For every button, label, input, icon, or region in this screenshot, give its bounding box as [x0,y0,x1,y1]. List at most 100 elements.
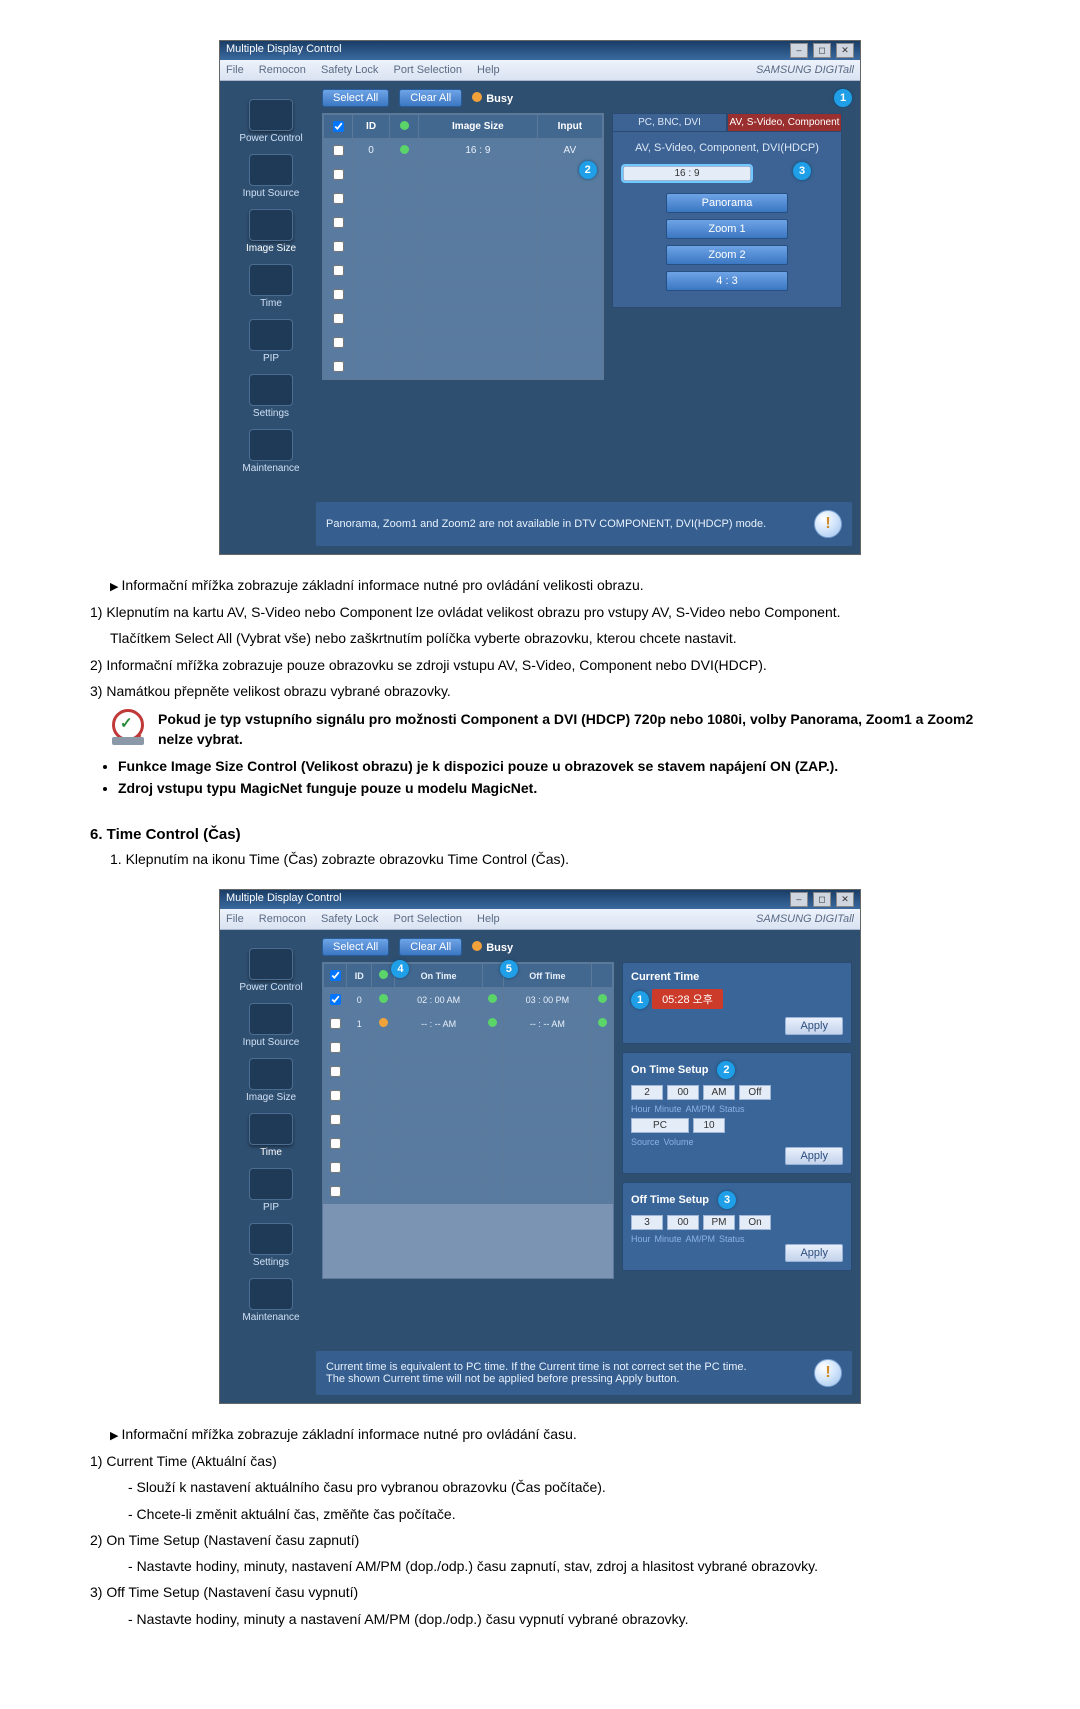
option-panorama[interactable]: Panorama [666,193,788,213]
header-checkbox[interactable] [330,970,341,981]
footer-text: Panorama, Zoom1 and Zoom2 are not availa… [326,518,766,530]
tab-av-svideo-component[interactable]: AV, S-Video, Component [727,113,842,132]
label-hour: Hour [631,1104,651,1114]
row-checkbox[interactable] [330,1162,341,1173]
clear-all-button[interactable]: Clear All [399,938,462,956]
row-checkbox[interactable] [330,994,341,1005]
row-checkbox[interactable] [333,337,344,348]
row-checkbox[interactable] [330,1186,341,1197]
sidebar-item-power[interactable]: Power Control [230,99,312,144]
sidebar-item-maintenance[interactable]: Maintenance [230,1278,312,1323]
row-checkbox[interactable] [330,1138,341,1149]
row-checkbox[interactable] [333,241,344,252]
sidebar-item-input-source[interactable]: Input Source [230,154,312,199]
off-time-header: Off Time Setup 3 [631,1191,843,1209]
select-all-button[interactable]: Select All [322,89,389,107]
apply-button[interactable]: Apply [785,1017,843,1035]
row-checkbox[interactable] [330,1066,341,1077]
maximize-icon[interactable]: ◻ [813,43,831,58]
image-size-screenshot: Multiple Display Control – ◻ ✕ File Remo… [219,40,861,555]
row-checkbox[interactable] [333,169,344,180]
row-checkbox[interactable] [333,145,344,156]
row-checkbox[interactable] [333,313,344,324]
row-checkbox[interactable] [330,1018,341,1029]
sidebar-item-settings[interactable]: Settings [230,1223,312,1268]
sidebar-item-maintenance[interactable]: Maintenance [230,429,312,474]
sidebar-item-image-size[interactable]: Image Size [230,209,312,254]
header-checkbox[interactable] [333,121,344,132]
status-dot-icon [598,1018,607,1027]
minimize-icon[interactable]: – [790,43,808,58]
window-title: Multiple Display Control [226,892,342,907]
info-grid: ID 4 On Time 5 Off Time [322,962,614,1279]
sidebar-item-time[interactable]: Time [230,264,312,309]
on-hour-select[interactable]: 2 [631,1085,663,1100]
off-time-card: Off Time Setup 3 3 00 PM On Hour [622,1182,852,1271]
off-status-select[interactable]: On [739,1215,771,1230]
doc-line: 3) Off Time Setup (Nastavení času vypnut… [90,1582,990,1602]
row-checkbox[interactable] [333,217,344,228]
off-ampm-select[interactable]: PM [703,1215,735,1230]
on-ampm-select[interactable]: AM [703,1085,735,1100]
status-dot-icon [598,994,607,1003]
bullet-item: Zdroj vstupu typu MagicNet funguje pouze… [118,780,990,796]
menu-port-selection[interactable]: Port Selection [393,913,461,925]
option-zoom2[interactable]: Zoom 2 [666,245,788,265]
sidebar-item-input-source[interactable]: Input Source [230,1003,312,1048]
menu-help[interactable]: Help [477,913,500,925]
row-checkbox[interactable] [333,289,344,300]
menu-file[interactable]: File [226,64,244,76]
row-checkbox[interactable] [330,1090,341,1101]
busy-indicator: Busy [472,941,513,954]
menu-help[interactable]: Help [477,64,500,76]
status-dot-icon [400,145,409,154]
on-status-select[interactable]: Off [739,1085,771,1100]
close-icon[interactable]: ✕ [836,892,854,907]
time-control-screenshot: Multiple Display Control – ◻ ✕ File Remo… [219,889,861,1404]
row-checkbox[interactable] [330,1114,341,1125]
option-4-3[interactable]: 4 : 3 [666,271,788,291]
minimize-icon[interactable]: – [790,892,808,907]
on-minute-select[interactable]: 00 [667,1085,699,1100]
table-row[interactable]: 0 16 : 9 AV [324,139,603,163]
sidebar-item-image-size[interactable]: Image Size [230,1058,312,1103]
clear-all-button[interactable]: Clear All [399,89,462,107]
row-checkbox[interactable] [333,361,344,372]
menu-file[interactable]: File [226,913,244,925]
off-hour-select[interactable]: 3 [631,1215,663,1230]
row-checkbox[interactable] [330,1042,341,1053]
menu-safety-lock[interactable]: Safety Lock [321,913,378,925]
sidebar-item-pip[interactable]: PIP [230,319,312,364]
menu-safety-lock[interactable]: Safety Lock [321,64,378,76]
table-row[interactable]: 1 -- : -- AM -- : -- AM [324,1012,613,1036]
sidebar-item-settings[interactable]: Settings [230,374,312,419]
row-checkbox[interactable] [333,265,344,276]
col-status [390,115,419,139]
window-buttons[interactable]: – ◻ ✕ [788,892,854,907]
table-row[interactable]: 0 02 : 00 AM 03 : 00 PM [324,988,613,1012]
option-16-9[interactable]: 16 : 9 [623,166,751,181]
on-volume-select[interactable]: 10 [693,1118,725,1133]
label-minute: Minute [655,1234,682,1244]
sidebar-item-power[interactable]: Power Control [230,948,312,993]
off-minute-select[interactable]: 00 [667,1215,699,1230]
close-icon[interactable]: ✕ [836,43,854,58]
option-zoom1[interactable]: Zoom 1 [666,219,788,239]
select-all-button[interactable]: Select All [322,938,389,956]
footer-line-2: The shown Current time will not be appli… [326,1373,679,1385]
menu-port-selection[interactable]: Port Selection [393,64,461,76]
on-source-select[interactable]: PC [631,1118,689,1133]
row-checkbox[interactable] [333,193,344,204]
sidebar-item-pip[interactable]: PIP [230,1168,312,1213]
apply-button[interactable]: Apply [785,1147,843,1165]
label-status: Status [719,1234,745,1244]
maximize-icon[interactable]: ◻ [813,892,831,907]
window-buttons[interactable]: – ◻ ✕ [788,43,854,58]
sidebar-item-time[interactable]: Time [230,1113,312,1158]
menu-remocon[interactable]: Remocon [259,913,306,925]
menu-remocon[interactable]: Remocon [259,64,306,76]
doc-line: - Slouží k nastavení aktuálního času pro… [128,1477,990,1497]
status-dot-icon [400,121,409,130]
tab-pc-bnc-dvi[interactable]: PC, BNC, DVI [612,113,727,132]
apply-button[interactable]: Apply [785,1244,843,1262]
